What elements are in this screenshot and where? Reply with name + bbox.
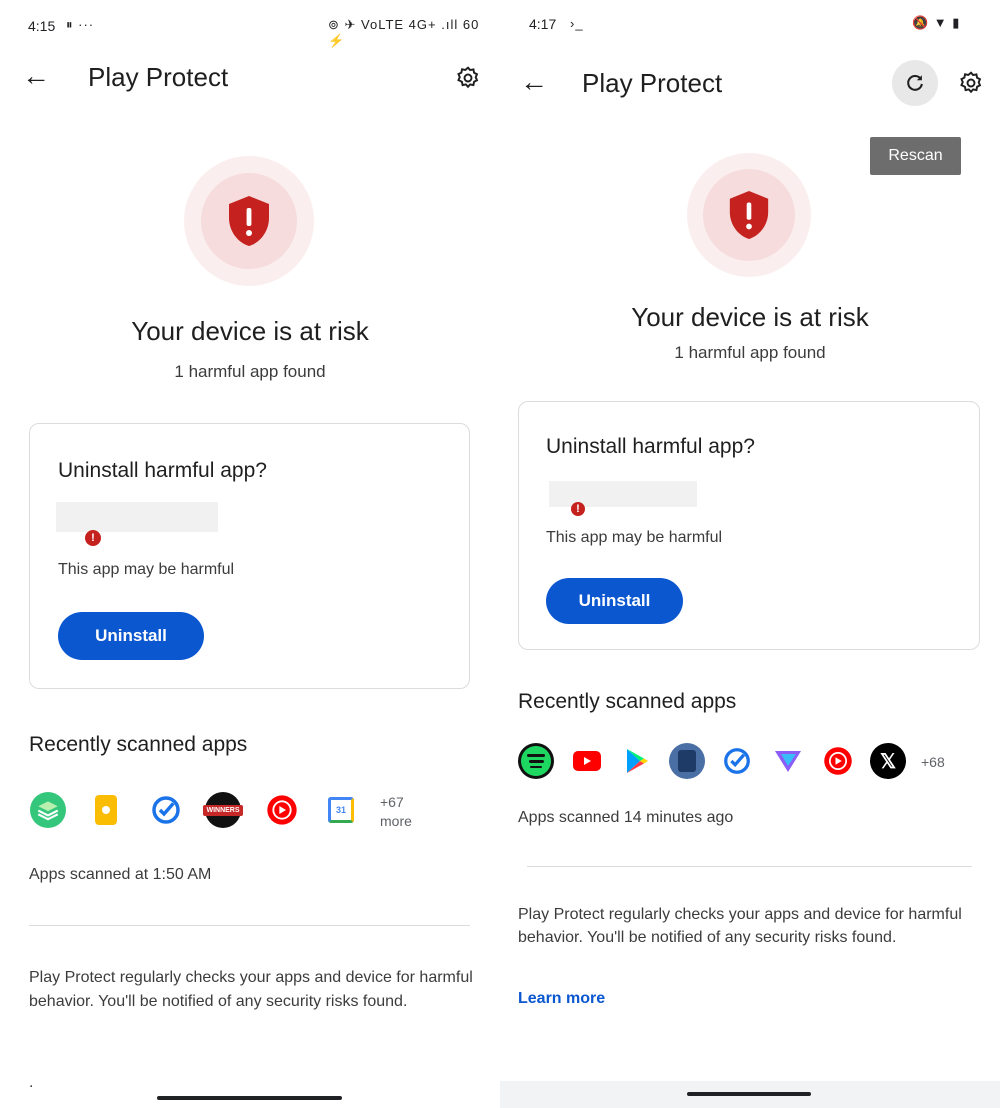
layers-app-icon[interactable] (30, 792, 66, 828)
alert-badge-icon (571, 502, 585, 516)
settings-gear-icon[interactable] (448, 58, 488, 98)
card-title: Uninstall harmful app? (546, 435, 755, 458)
divider (29, 925, 470, 926)
youtube-music-icon[interactable] (820, 743, 856, 779)
harmful-warning: This app may be harmful (546, 529, 723, 546)
harmful-count: 1 harmful app found (174, 362, 326, 381)
youtube-icon[interactable] (569, 743, 605, 779)
back-arrow-icon[interactable]: ← (22, 62, 50, 90)
page-title: Play Protect (88, 62, 229, 92)
card-title: Uninstall harmful app? (58, 459, 267, 482)
gesture-handle[interactable] (157, 1096, 342, 1100)
last-scan-time: Apps scanned 14 minutes ago (518, 809, 734, 826)
harmful-count: 1 harmful app found (674, 343, 826, 362)
shield-alert-icon (729, 191, 769, 239)
proton-vpn-icon[interactable] (770, 743, 806, 779)
rescan-tooltip: Rescan (870, 137, 961, 175)
redacted-app-name (56, 502, 218, 532)
risk-headline: Your device is at risk (631, 302, 869, 332)
status-notifications: ⏸ ··· (66, 17, 95, 32)
status-time: 4:17 (529, 16, 557, 32)
status-time: 4:15 (28, 18, 56, 34)
shield-halo (184, 156, 314, 286)
youtube-music-icon[interactable] (264, 792, 300, 828)
uninstall-card: Uninstall harmful app? This app may be h… (518, 401, 980, 650)
spotify-icon[interactable] (518, 743, 554, 779)
play-protect-info: Play Protect regularly checks your apps … (518, 906, 962, 947)
uninstall-button[interactable]: Uninstall (546, 578, 683, 624)
more-apps-count: +67 more (380, 794, 412, 829)
last-scan-time: Apps scanned at 1:50 AM (29, 866, 212, 883)
play-protect-info: Play Protect regularly checks your apps … (29, 969, 473, 1010)
x-icon[interactable]: 𝕏 (870, 743, 906, 779)
shield-alert-icon (229, 196, 269, 246)
settings-gear-icon[interactable] (950, 62, 992, 104)
recent-apps-title: Recently scanned apps (518, 690, 737, 713)
winners-app-icon[interactable]: WINNERS (203, 792, 243, 828)
tasks-check-icon[interactable] (148, 792, 184, 828)
redacted-app-name (549, 481, 697, 507)
stray-dot: . (29, 1074, 34, 1091)
harmful-warning: This app may be harmful (58, 561, 235, 578)
tasks-check-icon[interactable] (719, 743, 755, 779)
generic-app-icon[interactable] (669, 743, 705, 779)
shield-halo (687, 153, 811, 277)
rescan-refresh-icon[interactable] (892, 60, 938, 106)
play-store-icon[interactable] (619, 743, 655, 779)
status-terminal-icon: ›_ (570, 16, 584, 31)
keep-notes-icon[interactable] (88, 792, 124, 828)
divider (527, 866, 972, 867)
recent-apps-title: Recently scanned apps (29, 733, 248, 756)
gesture-handle[interactable] (687, 1092, 811, 1096)
more-apps-count: +68 (921, 754, 945, 770)
alert-badge-icon (85, 530, 101, 546)
uninstall-card: Uninstall harmful app? This app may be h… (29, 423, 470, 689)
back-arrow-icon[interactable]: ← (520, 68, 548, 96)
page-title: Play Protect (582, 68, 723, 98)
calendar-icon[interactable]: 31 (323, 792, 359, 828)
uninstall-button[interactable]: Uninstall (58, 612, 204, 660)
status-system-icons: ⊚ ✈ VoLTE 4G+ .ıll 60 ⚡ (328, 17, 480, 48)
left-screen: 4:15 ⏸ ··· ⊚ ✈ VoLTE 4G+ .ıll 60 ⚡ ← Pla… (0, 0, 500, 1108)
risk-headline: Your device is at risk (131, 316, 369, 346)
right-screen: 4:17 ›_ 🔕 ▼ ▮ ← Play Protect Rescan Your… (500, 0, 1000, 1108)
status-system-icons: 🔕 ▼ ▮ (912, 15, 961, 30)
learn-more-link[interactable]: Learn more (518, 990, 605, 1008)
